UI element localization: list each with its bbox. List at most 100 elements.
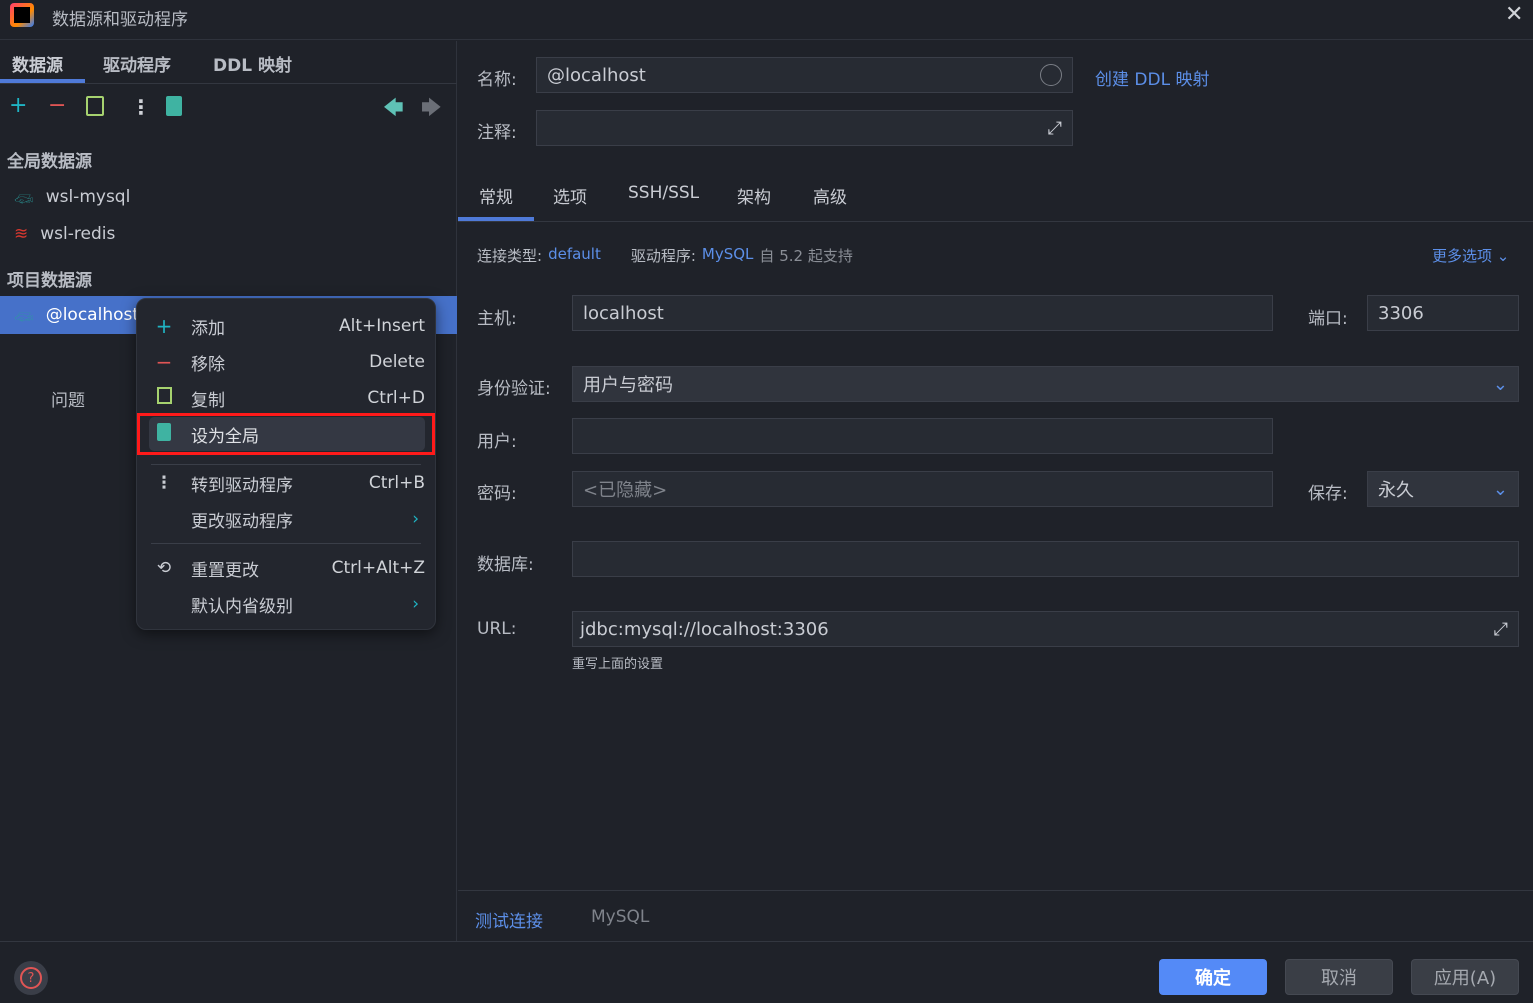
driver-link[interactable]: MySQL: [702, 245, 754, 266]
user-label: 用户:: [477, 432, 517, 452]
help-button[interactable]: ?: [14, 961, 48, 995]
more-icon[interactable]: ⋮: [131, 95, 151, 119]
menu-label: 添加: [191, 318, 225, 339]
list-item-selected[interactable]: 𓆛 @localhost: [14, 297, 139, 333]
duplicate-icon[interactable]: [86, 96, 104, 116]
tab-general[interactable]: 常规: [479, 183, 513, 208]
comment-label: 注释:: [477, 123, 517, 143]
more-options-link[interactable]: 更多选项 ⌄: [1432, 245, 1509, 266]
tab-advanced[interactable]: 高级: [813, 183, 847, 208]
menu-shortcut: Ctrl+D: [367, 388, 425, 408]
user-input[interactable]: [572, 418, 1273, 454]
divider: [458, 890, 1533, 891]
driver-footer-label: MySQL: [591, 907, 650, 927]
redis-icon: ≋: [14, 224, 29, 244]
menu-label: 重置更改: [191, 560, 259, 581]
menu-item-add[interactable]: + 添加 Alt+Insert: [149, 309, 425, 343]
menu-shortcut: Alt+Insert: [338, 316, 425, 336]
menu-separator: [151, 464, 421, 465]
mysql-icon: 𓆛: [14, 190, 34, 211]
driver-note: 自 5.2 起支持: [759, 247, 853, 265]
menu-item-introspection-level[interactable]: 默认内省级别 ›: [149, 587, 425, 621]
save-select[interactable]: 永久 ⌄: [1367, 471, 1519, 507]
expand-icon[interactable]: ⤢: [1048, 118, 1062, 139]
menu-shortcut: Delete: [369, 352, 425, 372]
driver-label: 驱动程序:: [630, 247, 696, 265]
make-global-icon[interactable]: [166, 96, 182, 116]
add-icon[interactable]: +: [9, 93, 27, 118]
menu-label: 更改驱动程序: [191, 511, 293, 532]
host-value: localhost: [583, 302, 664, 324]
tab-schemas[interactable]: 架构: [737, 183, 771, 208]
url-note: 重写上面的设置: [572, 657, 664, 672]
auth-value: 用户与密码: [583, 375, 673, 396]
datasource-name: wsl-redis: [40, 224, 116, 244]
menu-item-remove[interactable]: − 移除 Delete: [149, 345, 425, 379]
title-bar: 数据源和驱动程序 ✕: [0, 0, 1533, 40]
comment-input[interactable]: ⤢: [536, 110, 1073, 146]
make-global-icon: [149, 422, 179, 446]
project-sources-header: 项目数据源: [7, 271, 92, 291]
remove-icon[interactable]: −: [48, 93, 66, 118]
tab-ssh-ssl[interactable]: SSH/SSL: [628, 183, 699, 203]
host-input[interactable]: localhost: [572, 295, 1273, 331]
divider: [0, 83, 457, 84]
tab-drivers[interactable]: 驱动程序: [103, 51, 171, 76]
menu-item-reset-changes[interactable]: ⟲ 重置更改 Ctrl+Alt+Z: [149, 551, 425, 585]
url-value: jdbc:mysql://localhost:3306: [580, 618, 829, 640]
datasource-name: wsl-mysql: [45, 187, 131, 207]
tab-options[interactable]: 选项: [553, 183, 587, 208]
problems-label[interactable]: 问题: [51, 386, 85, 411]
close-icon[interactable]: ✕: [1505, 2, 1523, 27]
menu-label: 设为全局: [191, 426, 259, 447]
menu-item-change-driver[interactable]: 更改驱动程序 ›: [149, 502, 425, 536]
forward-icon[interactable]: 🡆: [421, 93, 442, 127]
url-input[interactable]: jdbc:mysql://localhost:3306 ⤢: [572, 611, 1519, 647]
port-input[interactable]: 3306: [1367, 295, 1519, 331]
remove-icon: −: [155, 350, 173, 374]
chevron-down-icon: ⌄: [1492, 373, 1508, 395]
auth-select[interactable]: 用户与密码 ⌄: [572, 366, 1519, 402]
menu-shortcut: Ctrl+Alt+Z: [331, 558, 425, 578]
host-label: 主机:: [477, 309, 517, 329]
list-item[interactable]: ≋ wsl-redis: [14, 216, 115, 252]
submenu-arrow-icon: ›: [412, 509, 419, 529]
more-options-label: 更多选项: [1432, 247, 1493, 265]
name-input[interactable]: @localhost: [536, 57, 1073, 93]
back-icon[interactable]: 🡄: [383, 93, 404, 127]
tab-ddl-mappings[interactable]: DDL 映射: [213, 51, 292, 76]
password-value: <已隐藏>: [583, 480, 668, 501]
password-input[interactable]: <已隐藏>: [572, 471, 1273, 507]
ok-button[interactable]: 确定: [1159, 959, 1267, 995]
save-label: 保存:: [1308, 484, 1348, 504]
name-value: @localhost: [547, 64, 646, 86]
database-input[interactable]: [572, 541, 1519, 577]
password-label: 密码:: [477, 484, 517, 504]
conn-type-label: 连接类型:: [477, 247, 543, 265]
apply-button[interactable]: 应用(A): [1411, 959, 1519, 995]
chevron-down-icon: ⌄: [1492, 478, 1508, 500]
menu-item-duplicate[interactable]: 复制 Ctrl+D: [149, 381, 425, 415]
window-title: 数据源和驱动程序: [52, 10, 188, 30]
context-menu: + 添加 Alt+Insert − 移除 Delete 复制 Ctrl+D 设为全局 ⋮ 转…: [136, 298, 436, 630]
auth-label: 身份验证:: [477, 379, 551, 399]
duplicate-icon: [149, 387, 179, 409]
port-label: 端口:: [1308, 309, 1348, 329]
add-icon: +: [155, 314, 173, 338]
save-value: 永久: [1378, 480, 1414, 501]
menu-item-go-to-driver[interactable]: ⋮ 转到驱动程序 Ctrl+B: [149, 466, 426, 500]
tab-data-sources[interactable]: 数据源: [12, 51, 63, 76]
test-connection-link[interactable]: 测试连接: [475, 907, 543, 932]
menu-label: 复制: [191, 390, 225, 411]
menu-label: 默认内省级别: [191, 596, 293, 617]
cancel-button[interactable]: 取消: [1285, 959, 1393, 995]
color-circle-icon[interactable]: [1040, 64, 1062, 86]
conn-type-link[interactable]: default: [548, 245, 601, 266]
expand-icon[interactable]: ⤢: [1494, 619, 1508, 640]
menu-label: 转到驱动程序: [191, 475, 293, 496]
create-ddl-link[interactable]: 创建 DDL 映射: [1095, 65, 1209, 90]
list-item[interactable]: 𓆛 wsl-mysql: [14, 179, 130, 215]
menu-item-make-global[interactable]: 设为全局: [149, 417, 425, 451]
right-pane: 名称: @localhost 创建 DDL 映射 注释: ⤢ 常规 选项 SSH…: [458, 41, 1533, 941]
global-sources-header: 全局数据源: [7, 152, 92, 172]
